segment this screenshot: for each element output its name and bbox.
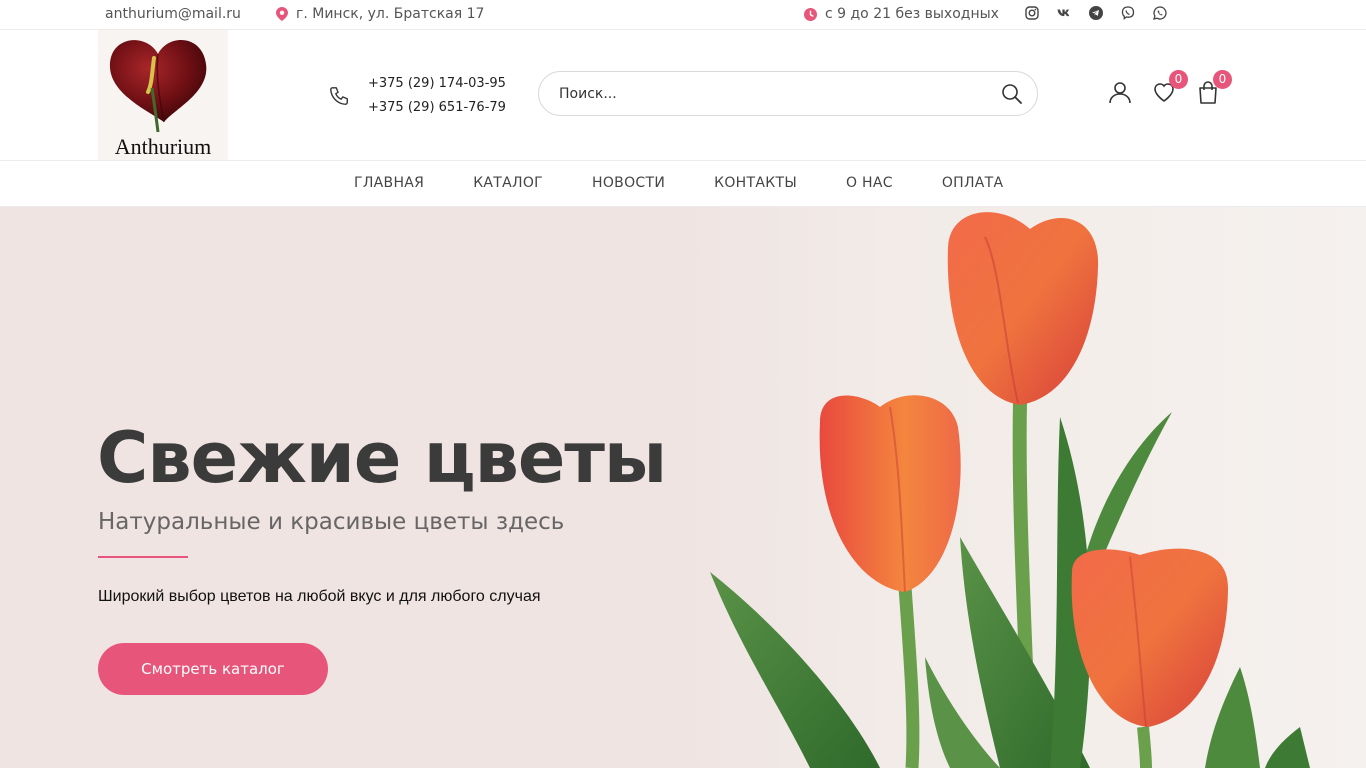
phone-block: +375 (29) 174-03-95 +375 (29) 651-76-79: [328, 72, 506, 120]
search-box: [538, 71, 1038, 116]
nav-item-payment[interactable]: ОПЛАТА: [942, 175, 1004, 191]
instagram-icon[interactable]: [1025, 6, 1039, 20]
logo-text: Anthurium: [114, 134, 212, 159]
location-pin-icon: [276, 7, 288, 21]
address: г. Минск, ул. Братская 17: [276, 6, 484, 22]
tulips-image: [710, 212, 1310, 768]
phone-icon: [330, 87, 348, 105]
hero-banner: Свежие цветы Натуральные и красивые цвет…: [0, 207, 1366, 768]
nav-item-catalog[interactable]: КАТАЛОГ: [473, 175, 543, 191]
social-links: [1025, 6, 1167, 20]
telegram-icon[interactable]: [1089, 6, 1103, 20]
header: Anthurium +375 (29) 174-03-95 +375 (29) …: [0, 30, 1366, 160]
working-hours: с 9 до 21 без выходных: [804, 6, 999, 22]
wishlist-count-badge: 0: [1169, 70, 1188, 89]
address-text: г. Минск, ул. Братская 17: [296, 6, 485, 22]
anthurium-flower-logo: [109, 40, 207, 133]
main-nav: ГЛАВНАЯ КАТАЛОГ НОВОСТИ КОНТАКТЫ О НАС О…: [0, 160, 1366, 207]
viber-icon[interactable]: [1121, 6, 1135, 20]
hours-text: с 9 до 21 без выходных: [825, 6, 999, 22]
email-link[interactable]: anthurium@mail.ru: [105, 6, 241, 22]
cart-count-badge: 0: [1213, 70, 1232, 89]
nav-item-home[interactable]: ГЛАВНАЯ: [354, 175, 424, 191]
view-catalog-button[interactable]: Смотреть каталог: [98, 643, 328, 695]
header-actions: 0 0: [1108, 70, 1240, 104]
phone-list: +375 (29) 174-03-95 +375 (29) 651-76-79: [368, 72, 506, 120]
cart-button[interactable]: 0: [1196, 70, 1232, 104]
email-text[interactable]: anthurium@mail.ru: [105, 6, 241, 22]
hero-description: Широкий выбор цветов на любой вкус и для…: [98, 588, 541, 605]
user-icon: [1109, 82, 1131, 104]
hero-title: Свежие цветы: [97, 417, 667, 499]
search-input[interactable]: [559, 83, 979, 105]
phone-number-1[interactable]: +375 (29) 174-03-95: [368, 72, 506, 96]
nav-item-news[interactable]: НОВОСТИ: [592, 175, 665, 191]
phone-number-2[interactable]: +375 (29) 651-76-79: [368, 96, 506, 120]
nav-item-contacts[interactable]: КОНТАКТЫ: [714, 175, 797, 191]
wishlist-button[interactable]: 0: [1152, 70, 1188, 104]
top-bar: anthurium@mail.ru г. Минск, ул. Братская…: [0, 0, 1366, 30]
clock-icon: [804, 7, 817, 21]
whatsapp-icon[interactable]: [1153, 6, 1167, 20]
account-button[interactable]: [1108, 80, 1132, 104]
vk-icon[interactable]: [1057, 6, 1071, 20]
hero-subtitle: Натуральные и красивые цветы здесь: [98, 509, 565, 535]
logo[interactable]: Anthurium: [98, 30, 228, 160]
search-icon[interactable]: [1001, 83, 1023, 105]
accent-divider: [98, 556, 188, 558]
nav-item-about[interactable]: О НАС: [846, 175, 893, 191]
